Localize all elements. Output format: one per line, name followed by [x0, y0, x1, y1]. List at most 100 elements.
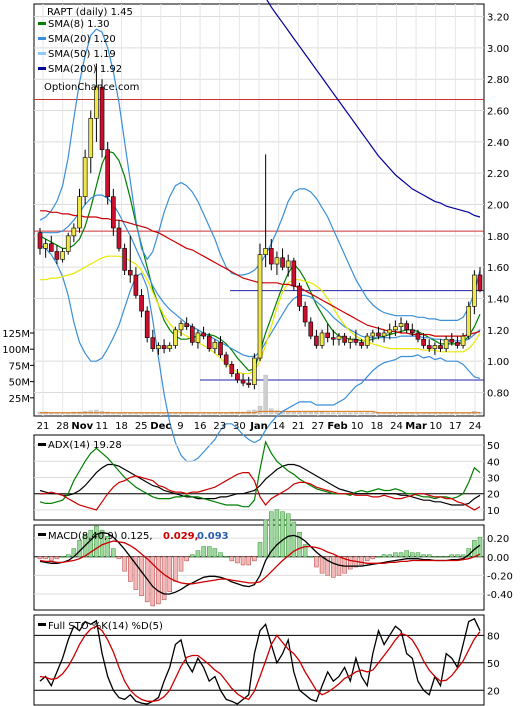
macd-histogram-bar-70: [432, 556, 438, 558]
volume-bar-40: [263, 374, 268, 415]
candle-body-15: [122, 248, 127, 271]
candle-body-54: [342, 335, 347, 343]
candle-body-78: [477, 274, 483, 291]
candle-body-53: [336, 335, 342, 340]
macd-histogram-bar-65: [404, 550, 409, 558]
y-tick-label-1.40: 1.40: [487, 295, 509, 306]
macd-histogram-bar-69: [426, 554, 432, 558]
macd-histogram-bar-15: [122, 556, 127, 572]
macd-histogram-bar-44: [285, 513, 291, 558]
macd-histogram-bar-55: [348, 556, 353, 570]
candle-body-2: [48, 243, 54, 252]
candle-body-75: [460, 335, 466, 346]
macd-histogram-bar-25: [178, 556, 184, 572]
volume-bar-59: [370, 412, 376, 415]
candle-body-29: [201, 332, 206, 337]
candle-body-46: [297, 285, 302, 307]
volume-tick-25M: 25M: [9, 394, 30, 405]
candle-body-0: [37, 232, 43, 249]
candle-body-52: [331, 337, 336, 340]
macd-hist-value: 0.093: [197, 531, 229, 542]
candle-body-30: [206, 335, 212, 349]
macd-histogram-bar-73: [449, 554, 455, 558]
tick-stog-80: 80: [487, 631, 500, 642]
macd-histogram-bar-48: [308, 556, 314, 558]
tick-stog-50: 50: [487, 659, 500, 670]
candle-body-5: [65, 235, 71, 252]
legend-sma20: SMA(20) 1.20: [48, 34, 116, 45]
macd-histogram-bar-18: [139, 556, 144, 596]
macd-histogram-bar-3: [54, 556, 60, 560]
x-tick-label-0: 21: [37, 421, 50, 432]
candle-body-36: [240, 379, 246, 384]
candle-body-32: [218, 342, 223, 356]
y-tick-label-1.80: 1.80: [487, 232, 509, 243]
candle-body-4: [60, 251, 65, 260]
macd-histogram-bar-16: [128, 556, 133, 582]
x-tick-label-5: 25: [135, 421, 148, 432]
volume-bar-45: [291, 411, 297, 415]
candle-body-39: [257, 254, 263, 359]
volume-tick-75M: 75M: [9, 361, 30, 372]
candle-body-57: [359, 342, 364, 346]
candle-body-66: [410, 329, 415, 334]
candle-body-22: [161, 345, 167, 349]
macd-histogram-bar-36: [240, 556, 246, 566]
tick-macdg-0.20: 0.20: [487, 534, 509, 545]
macd-histogram-bar-33: [223, 556, 229, 558]
candle-body-26: [184, 323, 189, 328]
candle-body-31: [212, 342, 218, 349]
macd-histogram-bar-75: [460, 554, 466, 558]
candle-body-74: [455, 342, 460, 346]
macd-histogram-bar-1: [43, 556, 48, 560]
volume-bar-49: [314, 411, 319, 415]
candle-body-3: [54, 251, 60, 260]
candle-body-58: [364, 335, 370, 346]
x-tick-label-4: 18: [115, 421, 128, 432]
tick-macdg--0.40: -0.40: [487, 590, 513, 601]
macd-histogram-bar-58: [364, 556, 370, 562]
macd-histogram-bar-40: [263, 519, 268, 558]
candle-body-11: [99, 86, 105, 150]
legend-swatch-sma50: [38, 52, 46, 55]
volume-bar-46: [297, 411, 302, 415]
volume-bar-50: [319, 411, 325, 415]
candle-body-47: [302, 306, 308, 323]
candle-body-34: [229, 364, 235, 375]
macd-histogram-bar-38: [252, 556, 257, 562]
tick-macdg-0.00: 0.00: [487, 553, 509, 564]
x-tick-label-13: 21: [292, 421, 305, 432]
candle-body-68: [421, 338, 426, 346]
volume-bar-57: [359, 412, 364, 415]
macd-histogram-bar-64: [398, 552, 404, 558]
macd-histogram-bar-46: [297, 531, 302, 558]
macd-histogram-bar-31: [212, 548, 218, 558]
macd-histogram-bar-34: [229, 556, 235, 562]
y-tick-label-0.80: 0.80: [487, 389, 509, 400]
legend-sma8: SMA(8) 1.30: [48, 19, 109, 30]
y-tick-label-2.20: 2.20: [487, 169, 509, 180]
macd-histogram-bar-43: [280, 511, 285, 558]
candle-body-19: [144, 310, 150, 338]
x-tick-label-10: 30: [233, 421, 246, 432]
volume-bar-44: [285, 411, 291, 415]
candle-body-43: [280, 257, 285, 268]
macd-histogram-bar-29: [201, 546, 206, 558]
x-tick-label-17: 18: [370, 421, 383, 432]
candle-body-55: [347, 338, 353, 343]
volume-bar-56: [353, 412, 359, 415]
candle-body-6: [71, 227, 77, 237]
macd-histogram-bar-42: [274, 509, 280, 558]
candle-body-50: [319, 332, 325, 346]
y-tick-label-1.60: 1.60: [487, 263, 509, 274]
legend-swatch-sma20: [38, 37, 46, 40]
candle-body-62: [387, 329, 393, 334]
macd-histogram-bar-59: [370, 556, 376, 560]
macd-histogram-bar-37: [246, 556, 251, 566]
y-tick-label-1.00: 1.00: [487, 357, 509, 368]
watermark: OptionChance.com: [44, 82, 139, 93]
candle-body-69: [426, 345, 432, 349]
x-tick-label-20: 10: [429, 421, 442, 432]
candle-body-44: [285, 260, 291, 268]
tick-adxg-50: 50: [487, 441, 500, 452]
